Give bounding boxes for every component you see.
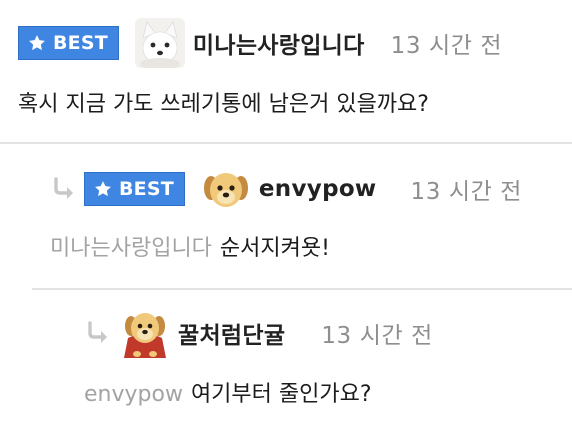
comment-body: 혹시 지금 가도 쓰레기통에 남은거 있을까요? <box>18 92 429 117</box>
timestamp: 13 시간 전 <box>390 33 503 59</box>
best-badge-label: BEST <box>53 32 108 54</box>
comment-item: BEST 미나는사랑입니다 13 시간 전 혹시 지금 가도 쓰레기통에 남은거… <box>0 0 572 142</box>
username[interactable]: envypow <box>259 176 377 202</box>
comment-body: 순서지켜욧! <box>219 236 330 261</box>
best-badge-label: BEST <box>119 178 174 200</box>
reply-item: 꿀처럼단귤 13 시간 전 envypow 여기부터 줄인가요? <box>0 290 572 422</box>
mention[interactable]: envypow <box>84 382 183 407</box>
reply-arrow-icon <box>84 319 112 347</box>
timestamp: 13 시간 전 <box>321 323 433 349</box>
star-icon <box>27 33 47 53</box>
comment-header: 꿀처럼단귤 13 시간 전 <box>84 306 433 360</box>
reply-item: BEST envypow 13 시간 전 미나는사랑입니다 순서지켜욧! <box>0 144 572 288</box>
mention[interactable]: 미나는사랑입니다 <box>50 236 212 261</box>
puppy-cape-avatar[interactable] <box>120 308 170 358</box>
puppy-avatar[interactable] <box>201 164 251 214</box>
comment-body: 여기부터 줄인가요? <box>190 382 372 407</box>
white-fox-avatar[interactable] <box>134 18 185 68</box>
best-badge: BEST <box>18 26 119 60</box>
comment-header: BEST 미나는사랑입니다 13 시간 전 <box>18 16 502 70</box>
comment-header: BEST envypow 13 시간 전 <box>50 162 522 216</box>
comment-text: 혹시 지금 가도 쓰레기통에 남은거 있을까요? <box>18 86 429 118</box>
timestamp: 13 시간 전 <box>410 179 523 205</box>
username[interactable]: 꿀처럼단귤 <box>178 316 285 350</box>
comment-text: envypow 여기부터 줄인가요? <box>84 376 372 408</box>
username[interactable]: 미나는사랑입니다 <box>193 26 365 60</box>
comment-text: 미나는사랑입니다 순서지켜욧! <box>50 230 330 262</box>
reply-arrow-icon <box>50 175 78 203</box>
star-icon <box>93 179 113 199</box>
best-badge: BEST <box>84 172 185 206</box>
